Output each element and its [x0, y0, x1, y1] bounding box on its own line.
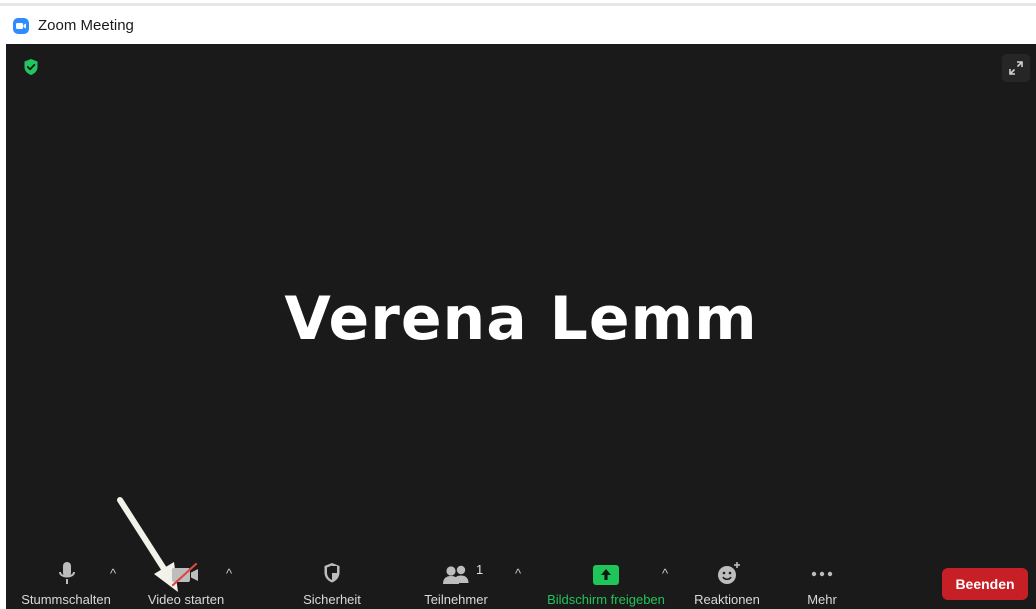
mute-label: Stummschalten: [21, 592, 111, 607]
participants-options-chevron-up-icon[interactable]: ^: [511, 566, 525, 581]
video-options-chevron-up-icon[interactable]: ^: [222, 566, 236, 581]
security-label: Sicherheit: [303, 592, 361, 607]
participants-button[interactable]: 1 Teilnehmer: [410, 554, 502, 609]
zoom-logo-icon: [13, 18, 29, 34]
end-meeting-button[interactable]: Beenden: [942, 568, 1028, 600]
participants-count: 1: [476, 562, 484, 577]
reactions-button[interactable]: Reaktionen: [686, 554, 768, 609]
mute-button[interactable]: Stummschalten: [6, 554, 126, 609]
share-screen-icon: [593, 565, 619, 585]
title-bar: Zoom Meeting: [0, 9, 1036, 44]
participant-name: Verena Lemm: [284, 284, 758, 354]
reaction-smiley-icon: [718, 562, 740, 584]
shield-icon: [324, 563, 340, 583]
fullscreen-button[interactable]: [1002, 54, 1030, 82]
share-options-chevron-up-icon[interactable]: ^: [658, 566, 672, 581]
share-screen-label: Bildschirm freigeben: [547, 592, 665, 607]
more-dots-icon: [811, 571, 833, 577]
participants-icon: [443, 565, 469, 584]
start-video-button[interactable]: Video starten: [136, 554, 236, 609]
video-off-icon: [171, 563, 198, 587]
more-button[interactable]: Mehr: [792, 554, 852, 609]
participants-label: Teilnehmer: [424, 592, 488, 607]
audio-options-chevron-up-icon[interactable]: ^: [106, 566, 120, 581]
expand-icon: [1009, 61, 1023, 75]
window-title: Zoom Meeting: [38, 17, 134, 34]
microphone-icon: [59, 562, 75, 584]
window-top-border: [0, 0, 1036, 6]
video-label: Video starten: [147, 592, 225, 607]
meeting-stage: Verena Lemm Stummschalten ^ Video starte…: [6, 44, 1036, 609]
more-label: Mehr: [807, 592, 837, 607]
share-screen-button[interactable]: Bildschirm freigeben: [536, 554, 676, 609]
reactions-label: Reaktionen: [694, 592, 760, 607]
security-button[interactable]: Sicherheit: [286, 554, 378, 609]
meeting-toolbar: Stummschalten ^ Video starten ^ Sicherhe…: [6, 554, 1036, 609]
encryption-shield-icon[interactable]: [23, 58, 39, 76]
